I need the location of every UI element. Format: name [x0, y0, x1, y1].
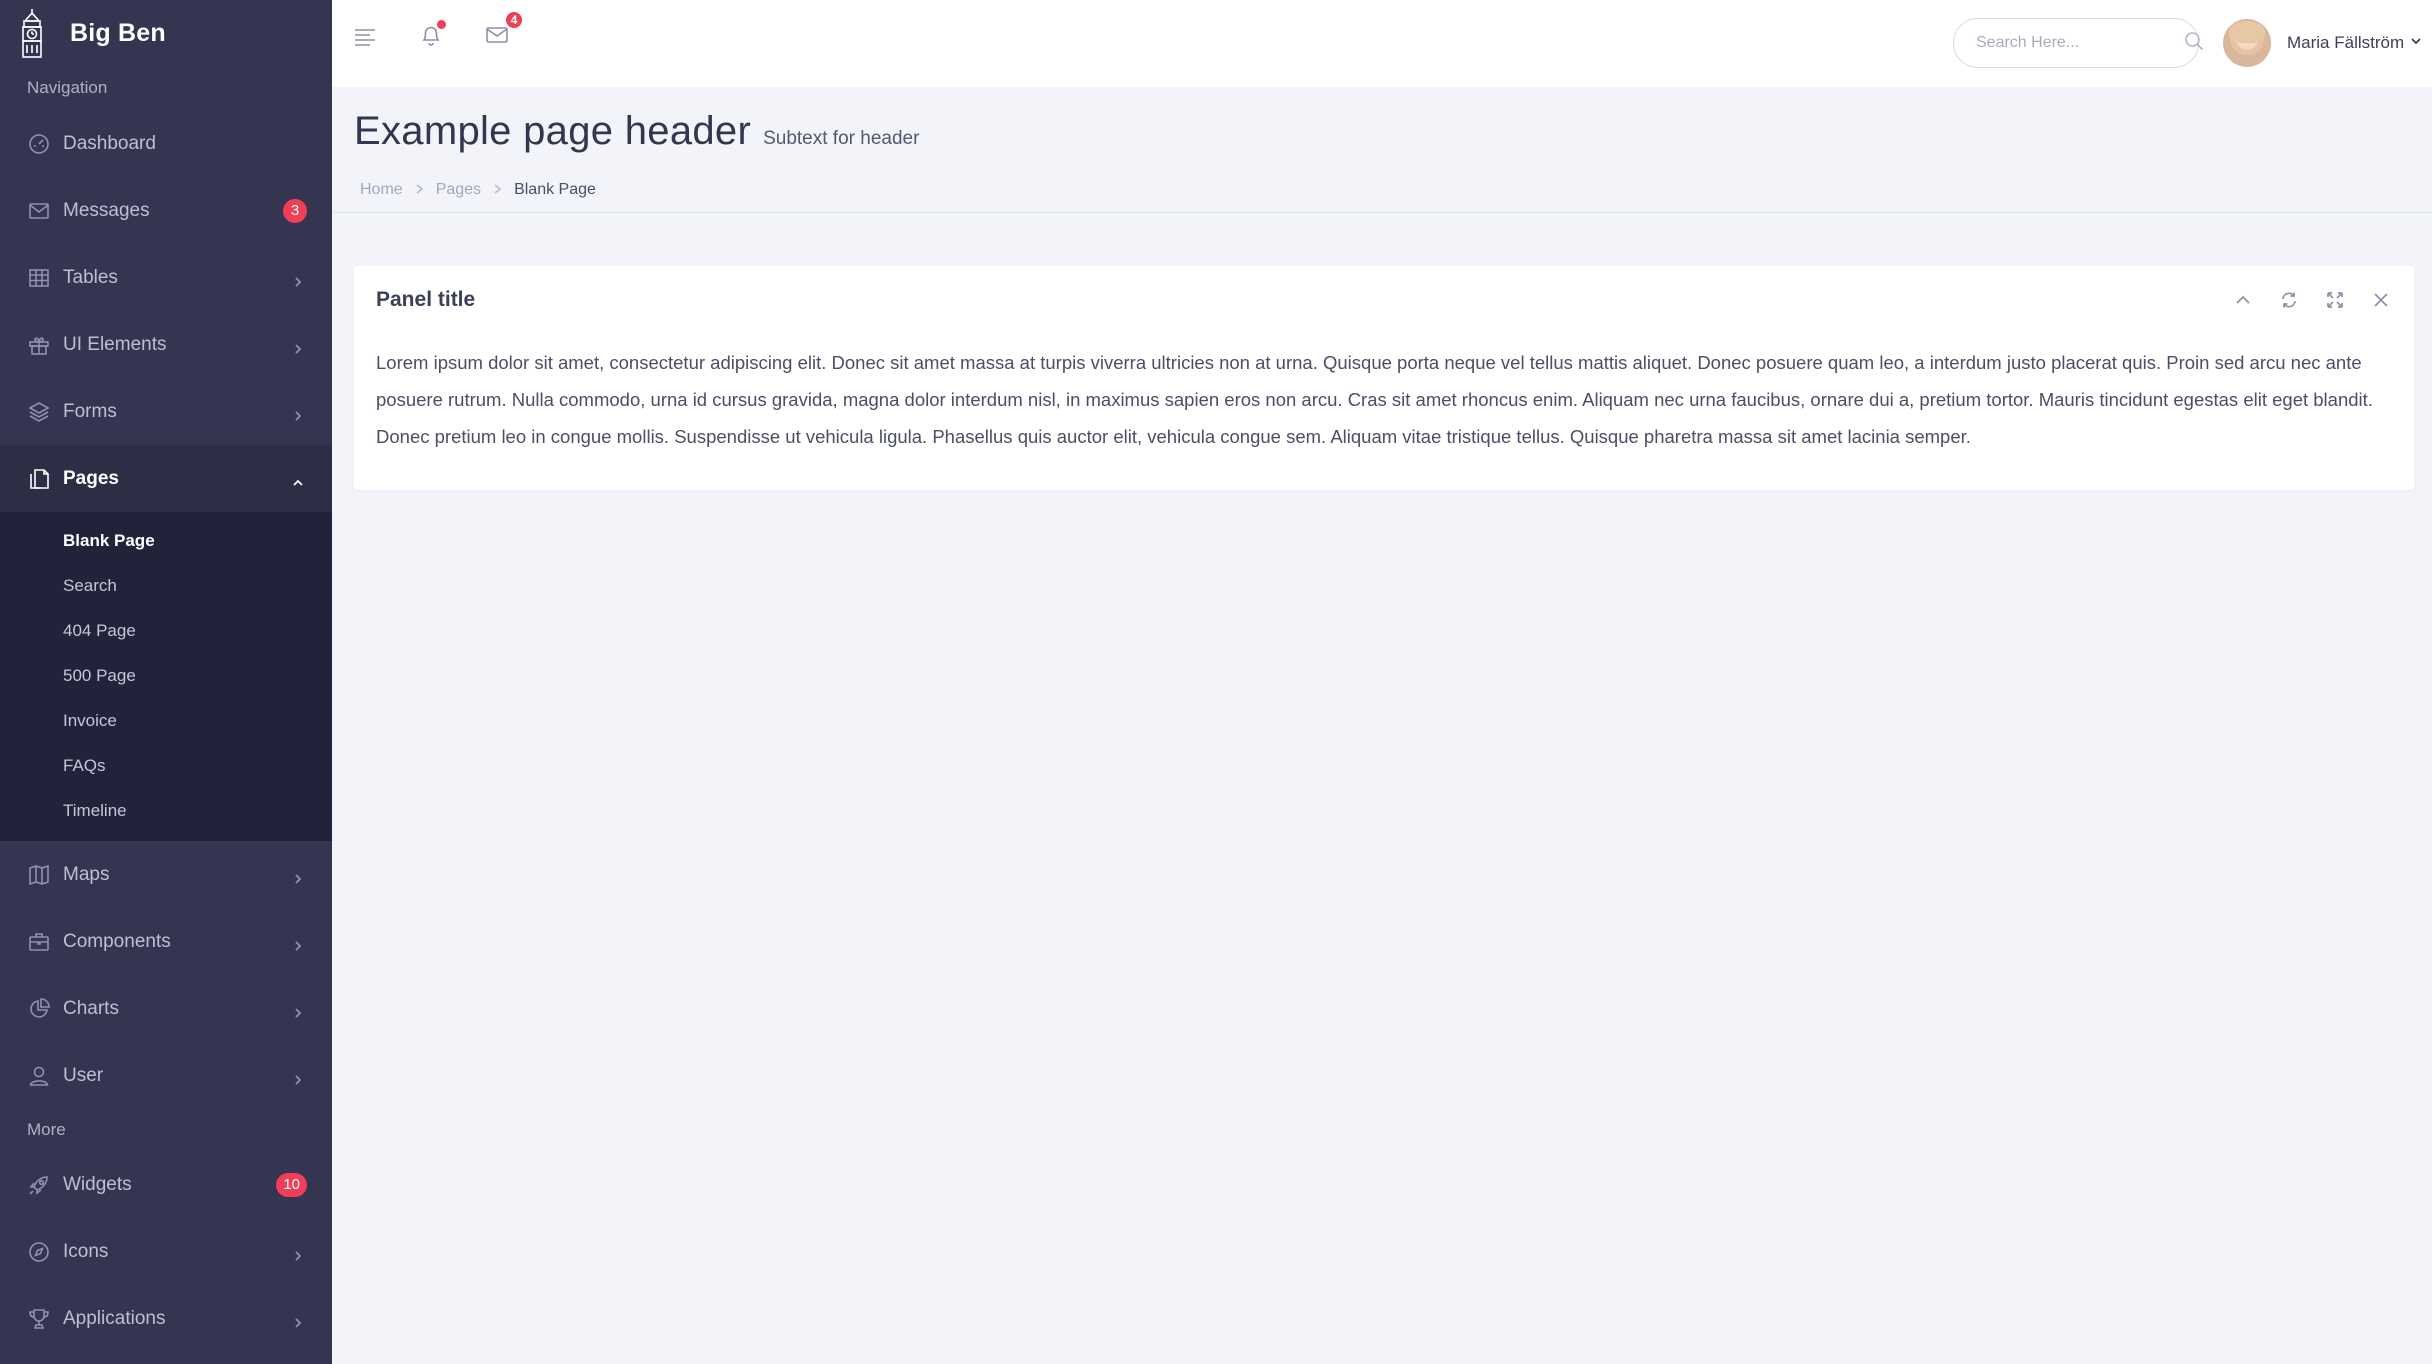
section-label-more: More [27, 1120, 66, 1139]
sidebar-item-pages[interactable]: Pages [0, 445, 332, 512]
section-label-navigation: Navigation [27, 78, 108, 97]
breadcrumb: Home Pages Blank Page [360, 181, 596, 199]
chevron-right-icon [292, 406, 304, 421]
page-title: Example page header [354, 109, 752, 153]
notification-dot [435, 18, 448, 31]
sidebar-item-applications[interactable]: Applications [0, 1285, 332, 1352]
trophy-icon [27, 1307, 51, 1331]
page-header: Example page header Subtext for header H… [332, 87, 2432, 213]
sidebar-item-label: User [63, 1064, 104, 1086]
sidebar-item-components[interactable]: Components [0, 908, 332, 975]
expand-icon[interactable] [2324, 289, 2346, 311]
sidebar-item-label: Components [63, 930, 171, 952]
breadcrumb-pages[interactable]: Pages [436, 181, 481, 199]
sidebar-item-label: Applications [63, 1307, 166, 1329]
sidebar-item-forms[interactable]: Forms [0, 378, 332, 445]
compass-icon [27, 1240, 51, 1264]
sidebar-item-ui-elements[interactable]: UI Elements [0, 311, 332, 378]
pages-icon [27, 467, 51, 491]
sidebar-item-label: Maps [63, 863, 110, 885]
widgets-count-badge: 10 [276, 1172, 307, 1197]
brand[interactable]: Big Ben [0, 0, 332, 66]
sidebar-item-charts[interactable]: Charts [0, 975, 332, 1042]
submenu-item-invoice[interactable]: Invoice [0, 698, 332, 743]
chevron-right-icon [292, 936, 304, 951]
sidebar-item-label: Charts [63, 997, 119, 1019]
panel-tools [2208, 289, 2392, 311]
search-input[interactable] [1976, 34, 2183, 52]
user-name: Maria Fällström [2287, 33, 2405, 52]
chevron-right-icon [292, 1313, 304, 1328]
sidebar-item-widgets[interactable]: Widgets 10 [0, 1151, 332, 1218]
mail-count-badge: 4 [504, 10, 524, 30]
submenu-item-blank-page[interactable]: Blank Page [0, 518, 332, 563]
chevron-right-icon [292, 1070, 304, 1085]
dashboard-icon [27, 132, 51, 156]
sidebar-item-label: Widgets [63, 1173, 132, 1195]
submenu-item-404-page[interactable]: 404 Page [0, 608, 332, 653]
panel-header: Panel title [354, 266, 2414, 334]
sidebar-item-dashboard[interactable]: Dashboard [0, 110, 332, 177]
collapse-icon[interactable] [2232, 289, 2254, 311]
brand-name: Big Ben [70, 18, 166, 47]
breadcrumb-home[interactable]: Home [360, 181, 403, 199]
chevron-down-icon[interactable] [2410, 34, 2422, 52]
briefcase-icon [27, 930, 51, 954]
sidebar-item-user[interactable]: User [0, 1042, 332, 1109]
breadcrumb-current: Blank Page [514, 181, 596, 198]
chevron-right-icon [292, 869, 304, 884]
submenu-item-500-page[interactable]: 500 Page [0, 653, 332, 698]
topbar: 4 Maria Fällström [332, 0, 2432, 87]
envelope-icon [27, 199, 51, 223]
sidebar-item-label: Pages [63, 467, 119, 489]
sidebar-item-icons[interactable]: Icons [0, 1218, 332, 1285]
sidebar: Big Ben Navigation Dashboard Messages 3 … [0, 0, 332, 1364]
chevron-right-icon [292, 1003, 304, 1018]
gift-icon [27, 333, 51, 357]
sidebar-item-label: Dashboard [63, 132, 156, 154]
panel-body-text: Lorem ipsum dolor sit amet, consectetur … [376, 352, 2373, 447]
chevron-up-icon [292, 473, 304, 486]
sidebar-item-label: Tables [63, 266, 118, 288]
sidebar-item-label: Forms [63, 400, 117, 422]
refresh-icon[interactable] [2278, 289, 2300, 311]
pie-chart-icon [27, 997, 51, 1021]
sidebar-item-maps[interactable]: Maps [0, 841, 332, 908]
submenu-item-faqs[interactable]: FAQs [0, 743, 332, 788]
layers-icon [27, 400, 51, 424]
close-icon[interactable] [2370, 289, 2392, 311]
sidebar-item-label: UI Elements [63, 333, 167, 355]
big-ben-tower-icon [14, 6, 54, 60]
mail-icon[interactable]: 4 [484, 10, 524, 52]
chevron-right-icon [493, 181, 502, 199]
search-icon[interactable] [2183, 30, 2205, 57]
panel: Panel title Lorem ipsum dolor sit amet, … [354, 266, 2414, 490]
rocket-icon [27, 1173, 51, 1197]
page-subtitle: Subtext for header [763, 128, 920, 149]
panel-title: Panel title [376, 288, 476, 311]
sidebar-item-label: Messages [63, 199, 150, 221]
grid-icon [27, 266, 51, 290]
map-icon [27, 863, 51, 887]
sidebar-item-tables[interactable]: Tables [0, 244, 332, 311]
avatar[interactable] [2223, 19, 2271, 67]
submenu-item-timeline[interactable]: Timeline [0, 788, 332, 833]
sidebar-item-label: Icons [63, 1240, 109, 1262]
chevron-right-icon [415, 181, 424, 199]
messages-count-badge: 3 [283, 198, 307, 223]
hamburger-menu-icon[interactable] [352, 24, 382, 54]
user-icon [27, 1064, 51, 1088]
user-menu[interactable]: Maria Fällström [2223, 18, 2422, 68]
chevron-right-icon [292, 1246, 304, 1261]
search-box [1953, 18, 2204, 68]
chevron-right-icon [292, 272, 304, 287]
sidebar-item-messages[interactable]: Messages 3 [0, 177, 332, 244]
pages-submenu: Blank Page Search 404 Page 500 Page Invo… [0, 512, 332, 841]
chevron-right-icon [292, 339, 304, 354]
notification-bell-icon[interactable] [418, 18, 448, 52]
submenu-item-search[interactable]: Search [0, 563, 332, 608]
